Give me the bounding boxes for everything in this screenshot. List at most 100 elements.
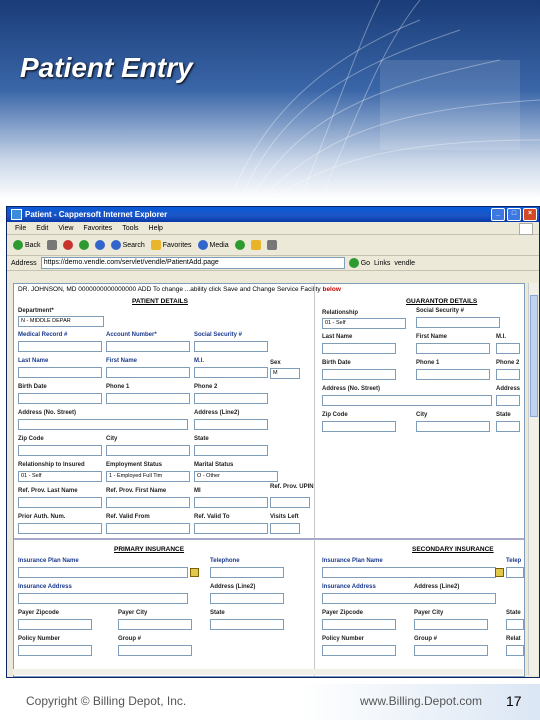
s-telephone-field[interactable] xyxy=(506,567,524,578)
state-field-patient[interactable] xyxy=(194,445,268,456)
phone2-field[interactable] xyxy=(194,393,268,404)
scroll-thumb[interactable] xyxy=(530,295,538,417)
address2-field-patient[interactable] xyxy=(194,419,268,430)
p-address2-label: Address (Line2) xyxy=(210,584,256,590)
menu-favorites[interactable]: Favorites xyxy=(83,225,112,232)
social-security-field[interactable] xyxy=(194,341,268,352)
menu-file[interactable]: File xyxy=(15,225,26,232)
maximize-button[interactable]: □ xyxy=(507,208,521,221)
s-policy-field[interactable] xyxy=(322,645,396,656)
refresh-button[interactable] xyxy=(78,240,89,250)
s-address-field[interactable] xyxy=(322,593,496,604)
menu-edit[interactable]: Edit xyxy=(36,225,48,232)
valid-to-field[interactable] xyxy=(194,523,268,534)
g-phone1-field[interactable] xyxy=(416,369,490,380)
ref-last-label: Ref. Prov. Last Name xyxy=(18,488,78,494)
prior-auth-field[interactable] xyxy=(18,523,102,534)
p-plan-lookup-icon[interactable] xyxy=(190,568,199,577)
mi-field[interactable] xyxy=(194,367,268,378)
valid-from-field[interactable] xyxy=(106,523,190,534)
city-field-patient[interactable] xyxy=(106,445,190,456)
s-relation-field[interactable] xyxy=(506,645,524,656)
address-input[interactable]: https://demo.vendle.com/servlet/vendle/P… xyxy=(40,257,345,269)
ref-mi-field[interactable] xyxy=(194,497,268,508)
p-payer-zip-field[interactable] xyxy=(18,619,92,630)
department-select[interactable]: N - MIDDLE DEPAR xyxy=(18,316,104,327)
g-phone2-field[interactable] xyxy=(496,369,520,380)
website-text: www.Billing.Depot.com xyxy=(360,694,483,708)
g-zip-field[interactable] xyxy=(322,421,396,432)
address-field-patient[interactable] xyxy=(18,419,188,430)
first-name-field[interactable] xyxy=(106,367,190,378)
s-state-field[interactable] xyxy=(506,619,524,630)
g-city-label: City xyxy=(416,412,428,418)
menu-tools[interactable]: Tools xyxy=(122,225,138,232)
g-last-name-field[interactable] xyxy=(322,343,396,354)
g-city-field[interactable] xyxy=(416,421,490,432)
vendle-link[interactable]: vendle xyxy=(394,260,415,267)
s-policy-label: Policy Number xyxy=(322,636,365,642)
visits-left-field[interactable] xyxy=(270,523,300,534)
s-relation-label: Relat xyxy=(506,636,521,642)
p-group-field[interactable] xyxy=(118,645,192,656)
history-icon xyxy=(234,240,245,250)
menu-view[interactable]: View xyxy=(58,225,73,232)
info-bar: DR. JOHNSON, MD 0000000000000000 ADD To … xyxy=(18,286,341,293)
g-relationship-select[interactable]: 01 - Self xyxy=(322,318,406,329)
sex-select[interactable]: M xyxy=(270,368,300,379)
p-plan-field[interactable] xyxy=(18,567,188,578)
relationship-select[interactable]: 01 - Self xyxy=(18,471,102,482)
print-button[interactable] xyxy=(266,240,277,250)
medical-record-field[interactable] xyxy=(18,341,102,352)
g-first-name-field[interactable] xyxy=(416,343,490,354)
g-address2-label: Address xyxy=(496,386,521,392)
s-group-field[interactable] xyxy=(414,645,488,656)
g-birth-date-field[interactable] xyxy=(322,369,396,380)
p-payer-city-field[interactable] xyxy=(118,619,192,630)
g-address-field[interactable] xyxy=(322,395,492,406)
minimize-button[interactable]: _ xyxy=(491,208,505,221)
media-button[interactable]: Media xyxy=(197,240,229,250)
ref-upin-field[interactable] xyxy=(270,497,310,508)
search-button[interactable]: Search xyxy=(110,240,145,250)
p-state-field[interactable] xyxy=(210,619,284,630)
history-button[interactable] xyxy=(234,240,245,250)
employment-label: Employment Status xyxy=(106,462,163,468)
account-number-field[interactable] xyxy=(106,341,190,352)
stop-button[interactable] xyxy=(62,240,73,250)
s-plan-lookup-icon[interactable] xyxy=(495,568,504,577)
p-telephone-field[interactable] xyxy=(210,567,284,578)
s-plan-field[interactable] xyxy=(322,567,496,578)
horizontal-scrollbar[interactable] xyxy=(13,669,523,675)
p-policy-field[interactable] xyxy=(18,645,92,656)
s-payer-zip-field[interactable] xyxy=(322,619,396,630)
p-address2-field[interactable] xyxy=(210,593,284,604)
phone2-label: Phone 2 xyxy=(194,384,218,390)
home-button[interactable] xyxy=(94,240,105,250)
forward-arrow-icon xyxy=(46,240,57,250)
menu-help[interactable]: Help xyxy=(149,225,163,232)
favorites-button[interactable]: Favorites xyxy=(150,240,192,250)
s-payer-city-field[interactable] xyxy=(414,619,488,630)
phone1-field[interactable] xyxy=(106,393,190,404)
g-state-field[interactable] xyxy=(496,421,520,432)
address-bar: Address https://demo.vendle.com/servlet/… xyxy=(7,256,539,271)
g-address2-field[interactable] xyxy=(496,395,520,406)
vertical-scrollbar[interactable] xyxy=(528,283,538,675)
ref-first-field[interactable] xyxy=(106,497,190,508)
zip-field-patient[interactable] xyxy=(18,445,102,456)
close-button[interactable]: × xyxy=(523,208,537,221)
employment-select[interactable]: 1 - Employed Full Tim xyxy=(106,471,190,482)
back-button[interactable]: Back xyxy=(13,240,41,250)
g-social-security-field[interactable] xyxy=(416,317,500,328)
ref-last-field[interactable] xyxy=(18,497,102,508)
go-button[interactable]: Go xyxy=(348,258,370,268)
g-mi-field[interactable] xyxy=(496,343,520,354)
marital-select[interactable]: O - Other xyxy=(194,471,278,482)
forward-button[interactable] xyxy=(46,240,57,250)
p-address-field[interactable] xyxy=(18,593,188,604)
birth-date-field[interactable] xyxy=(18,393,102,404)
mail-button[interactable] xyxy=(250,240,261,250)
links-label[interactable]: Links xyxy=(374,260,390,267)
last-name-field[interactable] xyxy=(18,367,102,378)
